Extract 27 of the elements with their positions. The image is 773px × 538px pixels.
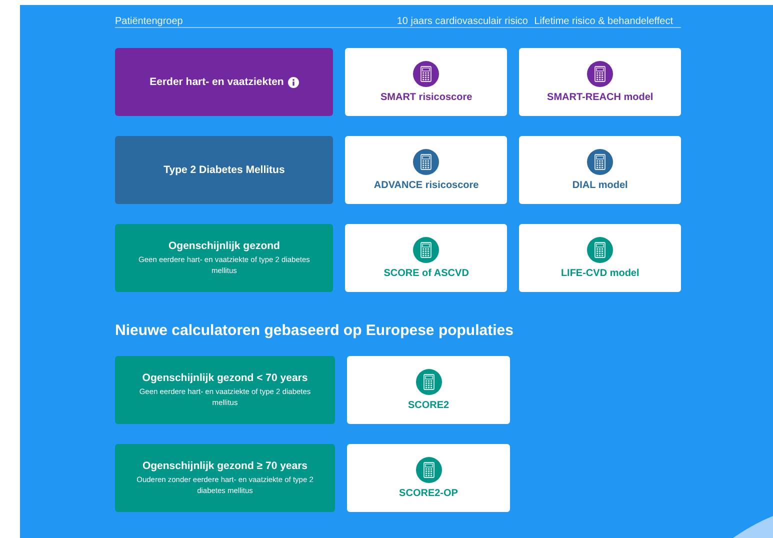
calculator-card[interactable]: SCORE2-OP xyxy=(347,444,510,512)
group-title: Ogenschijnlijk gezond xyxy=(168,240,280,252)
calculator-icon xyxy=(587,237,614,263)
calculator-icon xyxy=(413,149,440,175)
corner-decoration xyxy=(733,516,773,538)
group-title: Ogenschijnlijk gezond ≥ 70 years xyxy=(142,460,308,472)
calculator-icon xyxy=(416,369,442,395)
calculator-icon xyxy=(587,61,614,87)
calculator-card[interactable]: ADVANCE risicoscore xyxy=(345,136,508,204)
calculator-card[interactable]: SMART-REACH model xyxy=(519,48,681,116)
group-title: Ogenschijnlijk gezond < 70 years xyxy=(142,372,308,384)
calculator-card[interactable]: SMART risicoscore xyxy=(345,48,508,116)
calculator-icon xyxy=(413,61,440,87)
calculator-card[interactable]: DIAL model xyxy=(519,136,681,204)
calculator-icon xyxy=(413,237,440,263)
group-title: Eerder hart- en vaatziekten xyxy=(150,76,284,88)
calculator-card[interactable]: SCORE2 xyxy=(347,356,510,424)
group-title: Type 2 Diabetes Mellitus xyxy=(164,164,285,176)
calculator-icon xyxy=(587,149,614,175)
info-icon[interactable] xyxy=(288,76,299,88)
calculator-card[interactable]: SCORE of ASCVD xyxy=(345,224,508,292)
section-heading: Nieuwe calculatoren gebaseerd op Europese populaties xyxy=(115,322,514,339)
calculator-card[interactable]: LIFE-CVD model xyxy=(519,224,681,292)
column-header: Lifetime risico & behandeleffect xyxy=(533,16,674,27)
column-header: Patiëntengroep xyxy=(115,16,184,27)
column-header: 10 jaars cardiovasculair risico xyxy=(396,16,528,27)
calculator-icon xyxy=(416,457,442,483)
